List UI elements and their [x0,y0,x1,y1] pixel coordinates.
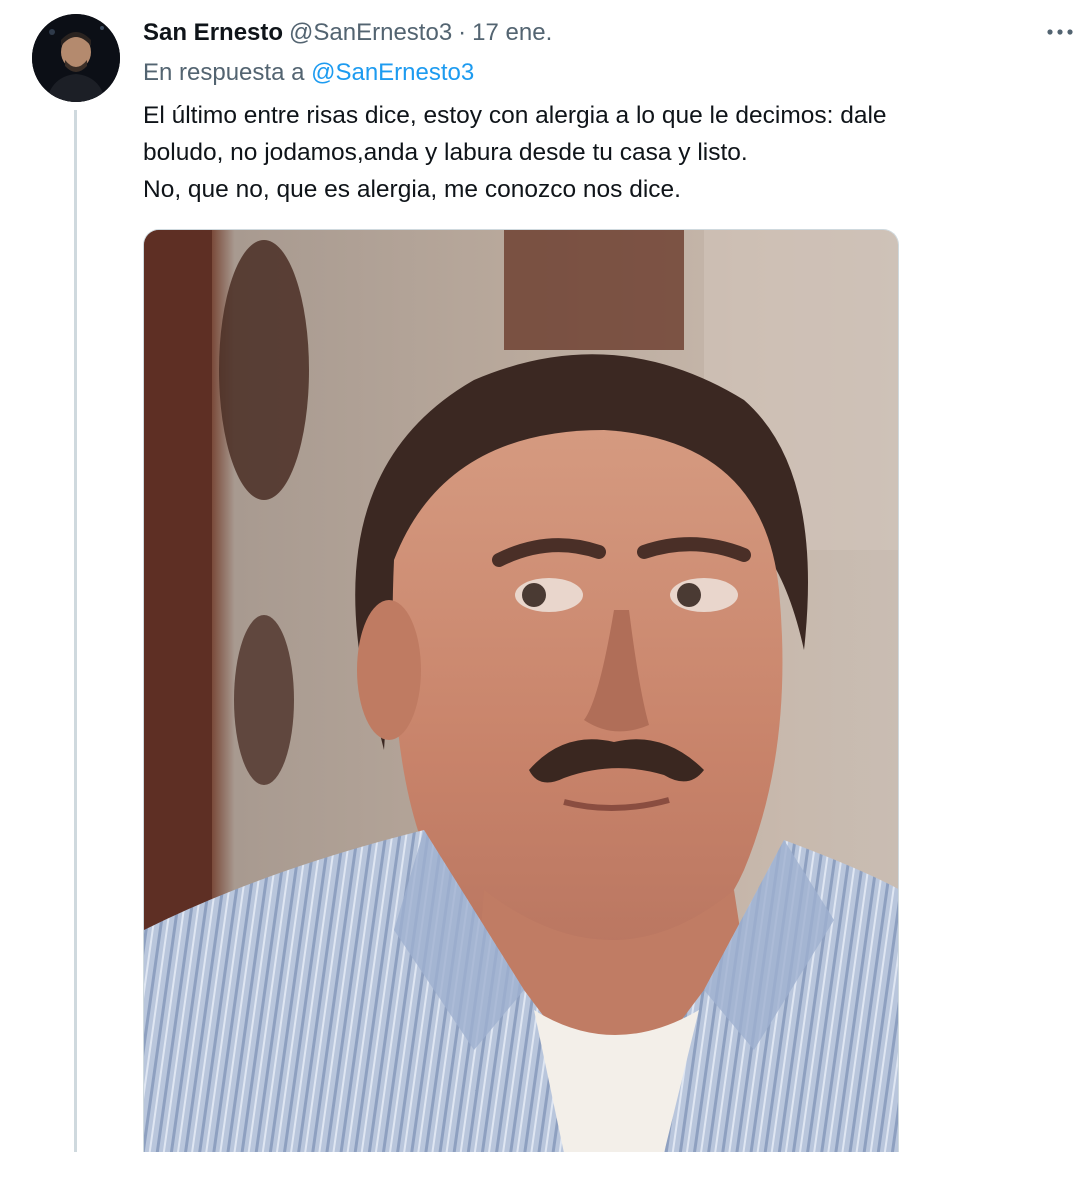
author-handle[interactable]: @SanErnesto3 [289,19,452,47]
tweet-date[interactable]: 17 ene. [472,19,552,47]
tweet-text-line: boludo, no jodamos,anda y labura desde t… [143,139,748,166]
meme-photo [144,230,898,1152]
tweet-card[interactable]: San Ernesto @SanErnesto3 · 17 ene. En re… [0,0,1080,1180]
thread-line [74,110,77,1152]
author-display-name[interactable]: San Ernesto [143,19,283,47]
reply-to-line: En respuesta a @SanErnesto3 [143,59,474,87]
tweet-media-photo[interactable] [143,229,899,1152]
tweet-text: El último entre risas dice, estoy con al… [143,97,1043,208]
tweet-text-line: El último entre risas dice, estoy con al… [143,102,887,129]
avatar-photo [32,14,120,102]
reply-to-label: En respuesta a [143,59,305,86]
tweet-text-line: No, que no, que es alergia, me conozco n… [143,176,681,203]
reply-to-mention[interactable]: @SanErnesto3 [311,59,474,86]
more-options-button[interactable] [1044,18,1076,46]
header-separator: · [458,19,467,46]
more-horizontal-icon [1047,29,1073,35]
author-avatar[interactable] [32,14,120,102]
tweet-header: San Ernesto @SanErnesto3 · 17 ene. [143,18,552,48]
